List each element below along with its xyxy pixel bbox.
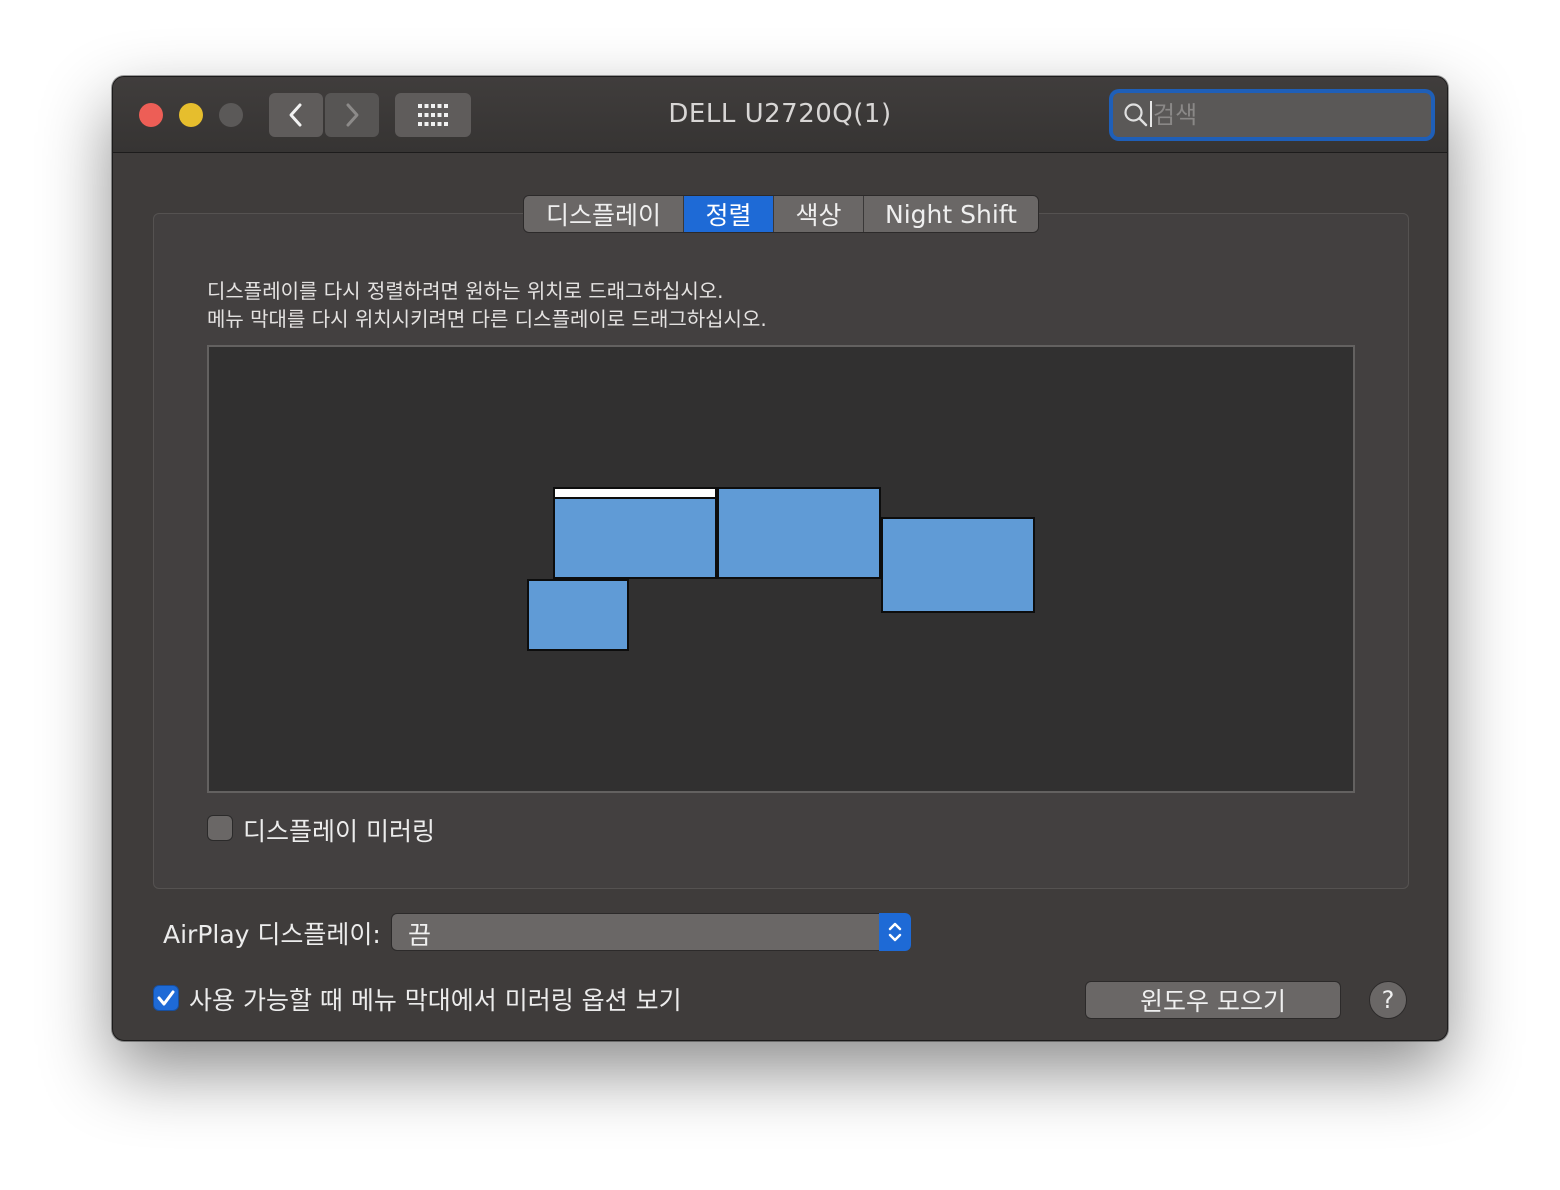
chevron-up-down-icon [888,922,902,942]
instruction-line-2: 메뉴 막대를 다시 위치시키려면 다른 디스플레이로 드래그하십시오. [207,307,767,331]
airplay-display-popup[interactable]: 끔 [391,913,911,951]
display-thumbnail-main[interactable] [553,487,717,579]
display-thumbnail[interactable] [717,487,881,579]
mirror-displays-checkbox[interactable] [207,815,233,841]
search-field-inner [1113,93,1431,137]
instruction-line-1: 디스플레이를 다시 정렬하려면 원하는 위치로 드래그하십시오. [207,279,724,303]
display-thumbnail[interactable] [881,517,1035,613]
airplay-selected-value: 끔 [408,921,432,950]
help-button[interactable]: ? [1369,981,1407,1019]
tab-bar: 디스플레이 정렬 색상 Night Shift [523,195,1039,233]
popup-arrows [879,913,911,951]
display-thumbnail[interactable] [527,579,629,651]
search-input[interactable] [1153,93,1423,137]
display-arrangement-canvas [207,345,1355,793]
arrangement-instructions: 디스플레이를 다시 정렬하려면 원하는 위치로 드래그하십시오. 메뉴 막대를 … [207,277,767,333]
show-mirroring-options-checkbox[interactable] [153,985,179,1011]
airplay-display-label: AirPlay 디스플레이: [163,920,381,949]
preferences-window: DELL U2720Q(1) 디스플레이 정렬 색상 Night Shift 디… [112,76,1448,1041]
checkmark-icon [157,990,175,1006]
tab-arrangement[interactable]: 정렬 [684,196,774,232]
title-bar: DELL U2720Q(1) [113,77,1447,153]
tab-night-shift[interactable]: Night Shift [864,196,1038,232]
text-caret [1150,101,1152,127]
gather-windows-button[interactable]: 윈도우 모으기 [1085,981,1341,1019]
tab-display[interactable]: 디스플레이 [524,196,684,232]
tab-color[interactable]: 색상 [774,196,864,232]
search-icon [1124,103,1148,127]
menu-bar-handle[interactable] [555,489,715,499]
mirror-displays-label[interactable]: 디스플레이 미러링 [243,812,435,848]
show-mirroring-options-label[interactable]: 사용 가능할 때 메뉴 막대에서 미러링 옵션 보기 [189,981,682,1017]
search-field[interactable] [1109,89,1435,141]
